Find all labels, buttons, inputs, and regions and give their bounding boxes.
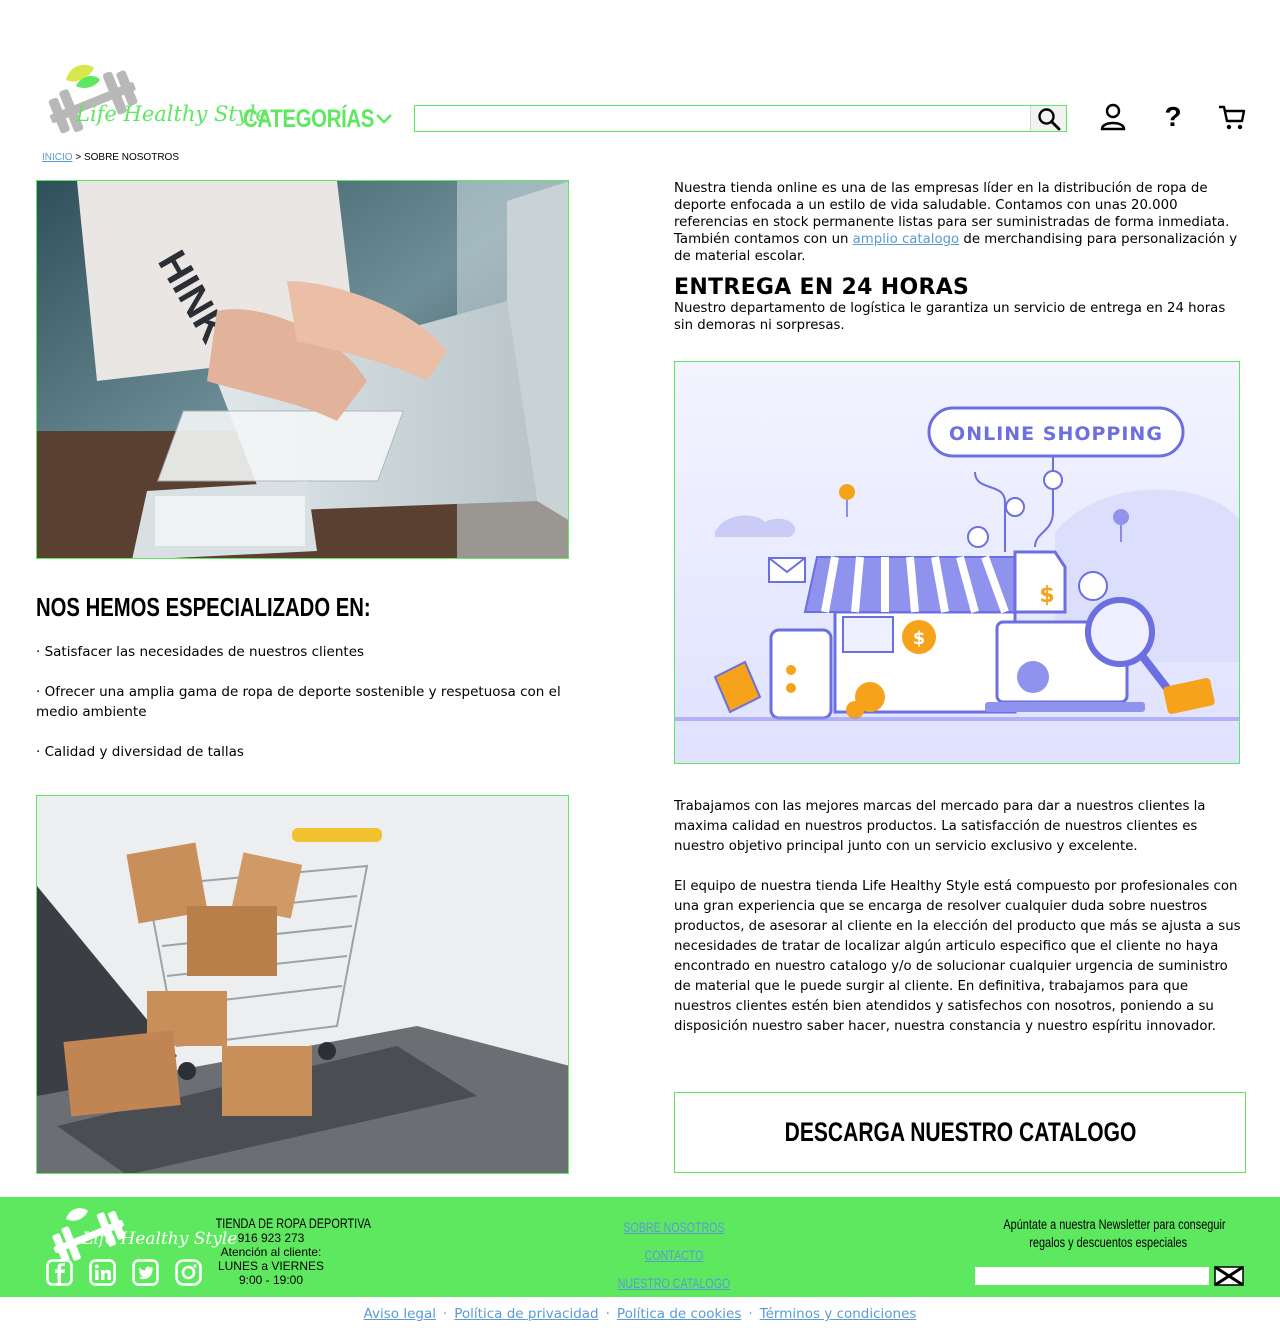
- breadcrumb-current: SOBRE NOSOTROS: [83, 152, 179, 163]
- categories-label: CATEGORÍAS: [243, 104, 375, 133]
- site-logo[interactable]: Life Healthy Style: [38, 58, 268, 138]
- facebook-icon[interactable]: [46, 1259, 73, 1286]
- store-hours: 9:00 - 19:00: [238, 1273, 304, 1287]
- list-item: · Calidad y diversidad de tallas: [36, 744, 244, 760]
- linkedin-icon[interactable]: [89, 1259, 116, 1286]
- svg-text:$: $: [1039, 583, 1054, 608]
- categories-menu[interactable]: CATEGORÍAS: [243, 104, 393, 134]
- legal-link-terms[interactable]: Términos y condiciones: [760, 1306, 917, 1322]
- store-phone: 916 923 273: [237, 1231, 305, 1245]
- store-days: LUNES a VIERNES: [217, 1259, 325, 1273]
- specialized-list: · Satisfacer las necesidades de nuestros…: [36, 642, 596, 782]
- delivery-text: Nuestro departamento de logística le gar…: [674, 301, 1226, 333]
- newsletter-email-input[interactable]: [975, 1267, 1209, 1285]
- delivery-title: ENTREGA EN 24 HORAS: [674, 275, 970, 300]
- newsletter-text-line2: regalos y descuentos especiales: [1029, 1234, 1187, 1250]
- legal-separator: ·: [442, 1306, 448, 1322]
- cart-icon: [1219, 105, 1246, 130]
- shopping-cart-photo: [36, 795, 569, 1174]
- store-title: TIENDA DE ROPA DEPORTIVA: [215, 1215, 371, 1231]
- breadcrumb-home-link[interactable]: INICIO: [42, 152, 73, 163]
- twitter-icon[interactable]: [132, 1259, 159, 1286]
- search-bar: [414, 105, 1067, 132]
- user-icon: [1100, 103, 1126, 131]
- legal-separator: ·: [605, 1306, 610, 1322]
- legal-separator: ·: [748, 1306, 753, 1322]
- intro-paragraph: Nuestra tienda online es una de las empr…: [674, 180, 1244, 265]
- list-item: · Satisfacer las necesidades de nuestros…: [36, 644, 365, 660]
- legal-link-cookies[interactable]: Política de cookies: [617, 1306, 741, 1322]
- download-catalog-button[interactable]: DESCARGA NUESTRO CATALOGO: [674, 1092, 1246, 1173]
- store-attention: Atención al cliente:: [220, 1245, 322, 1259]
- instagram-icon[interactable]: [175, 1259, 202, 1286]
- team-paragraph: El equipo de nuestra tienda Life Healthy…: [674, 879, 1241, 1034]
- footer-link-about[interactable]: SOBRE NOSOTROS: [598, 1213, 750, 1241]
- send-mail-icon[interactable]: [1214, 1265, 1244, 1287]
- breadcrumb: INICIO > SOBRE NOSOTROS: [42, 152, 179, 163]
- account-button[interactable]: [1098, 102, 1128, 132]
- legal-link-aviso[interactable]: Aviso legal: [364, 1306, 436, 1322]
- breadcrumb-separator: >: [75, 152, 82, 163]
- chevron-down-icon: [376, 114, 392, 124]
- search-input[interactable]: [415, 106, 1030, 131]
- laptop-typing-photo: HINK: [36, 180, 569, 559]
- footer: Life Healthy Style TIENDA DE ROPA DEPORT…: [0, 1197, 1280, 1297]
- help-icon: ?: [1164, 101, 1182, 132]
- list-item: · Ofrecer una amplia gama de ropa de dep…: [36, 684, 561, 720]
- legal-links: Aviso legal · Política de privacidad · Polít…: [0, 1306, 1280, 1322]
- search-icon: [1037, 107, 1060, 130]
- social-links: [46, 1259, 202, 1286]
- legal-link-privacy[interactable]: Política de privacidad: [454, 1306, 598, 1322]
- catalog-link[interactable]: amplio catalogo: [853, 232, 960, 247]
- svg-text:$: $: [913, 628, 926, 649]
- illustration-banner-text: ONLINE SHOPPING: [949, 423, 1163, 445]
- help-button[interactable]: ?: [1158, 102, 1188, 132]
- specialized-title: NOS HEMOS ESPECIALIZADO EN:: [36, 592, 371, 622]
- cart-button[interactable]: [1217, 102, 1247, 132]
- online-shopping-illustration: ONLINE SHOPPING $ $: [674, 361, 1240, 764]
- footer-link-catalog[interactable]: NUESTRO CATALOGO: [598, 1269, 750, 1297]
- brands-paragraph: Trabajamos con las mejores marcas del me…: [674, 799, 1206, 854]
- search-button[interactable]: [1030, 106, 1066, 131]
- newsletter-text-line1: Apúntate a nuestra Newsletter para conse…: [1003, 1216, 1226, 1232]
- download-catalog-label: DESCARGA NUESTRO CATALOGO: [784, 1117, 1136, 1147]
- logo-text: Life Healthy Style: [76, 102, 268, 126]
- store-info: TIENDA DE ROPA DEPORTIVA 916 923 273 Ate…: [200, 1215, 371, 1287]
- footer-links: SOBRE NOSOTROS CONTACTO NUESTRO CATALOGO: [574, 1213, 774, 1297]
- newsletter: Apúntate a nuestra Newsletter para conse…: [972, 1215, 1244, 1287]
- footer-logo[interactable]: Life Healthy Style: [44, 1203, 237, 1263]
- footer-link-contact[interactable]: CONTACTO: [598, 1241, 750, 1269]
